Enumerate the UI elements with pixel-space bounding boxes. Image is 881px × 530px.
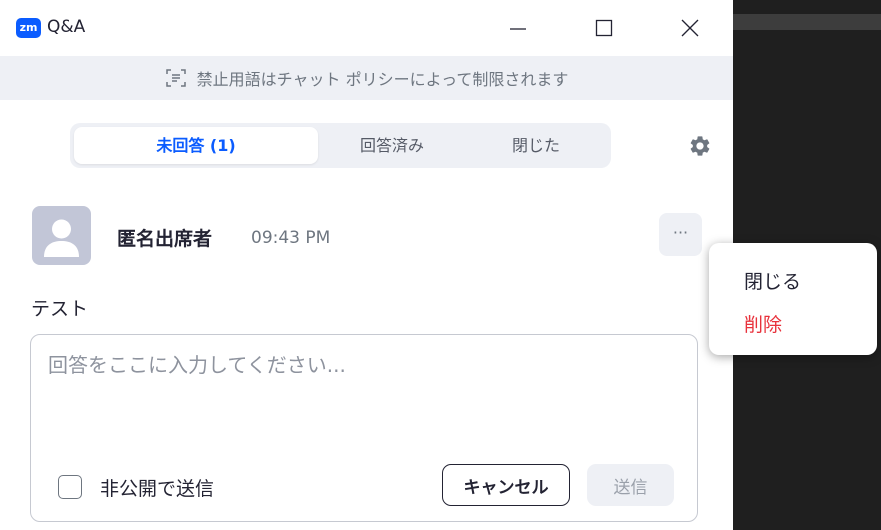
- chat-policy-banner: 禁止用語はチャット ポリシーによって制限されます: [0, 56, 733, 100]
- minimize-button[interactable]: [498, 12, 538, 44]
- maximize-button[interactable]: [584, 12, 624, 44]
- answer-input[interactable]: [48, 349, 678, 439]
- answer-box: 非公開で送信 キャンセル 送信: [30, 334, 698, 522]
- close-icon: [681, 19, 699, 37]
- banner-text: 禁止用語はチャット ポリシーによって制限されます: [196, 70, 569, 89]
- menu-item-delete[interactable]: 削除: [744, 310, 782, 337]
- close-window-button[interactable]: [670, 12, 710, 44]
- tab-open[interactable]: 未回答 (1): [74, 127, 318, 164]
- send-privately-checkbox[interactable]: [58, 475, 82, 499]
- maximize-icon: [595, 19, 613, 37]
- gear-icon[interactable]: [688, 134, 712, 158]
- send-privately-label: 非公開で送信: [100, 478, 215, 500]
- tab-answered[interactable]: 回答済み: [322, 127, 462, 164]
- avatar: [32, 206, 91, 265]
- cancel-button[interactable]: キャンセル: [442, 464, 570, 506]
- more-options-button[interactable]: ···: [659, 213, 702, 256]
- send-button[interactable]: 送信: [587, 464, 674, 506]
- tab-dismissed[interactable]: 閉じた: [466, 127, 606, 164]
- title-bar: zm Q&A: [0, 0, 733, 56]
- qa-window: zm Q&A 禁止用語はチャット ポリシーによって制限されます 未回答 (1) …: [0, 0, 733, 530]
- window-title: Q&A: [47, 17, 86, 37]
- question-text: テスト: [31, 298, 89, 320]
- zoom-logo: zm: [16, 18, 41, 38]
- chat-filter-icon: [165, 69, 186, 87]
- qa-tabs: 未回答 (1) 回答済み 閉じた: [70, 123, 611, 168]
- minimize-icon: [510, 28, 526, 30]
- question-context-menu: 閉じる 削除: [709, 243, 877, 355]
- question-time: 09:43 PM: [251, 228, 331, 248]
- menu-item-dismiss[interactable]: 閉じる: [744, 267, 801, 294]
- user-silhouette-icon: [44, 219, 79, 257]
- panel-strip: [733, 14, 881, 30]
- asker-name: 匿名出席者: [117, 228, 213, 250]
